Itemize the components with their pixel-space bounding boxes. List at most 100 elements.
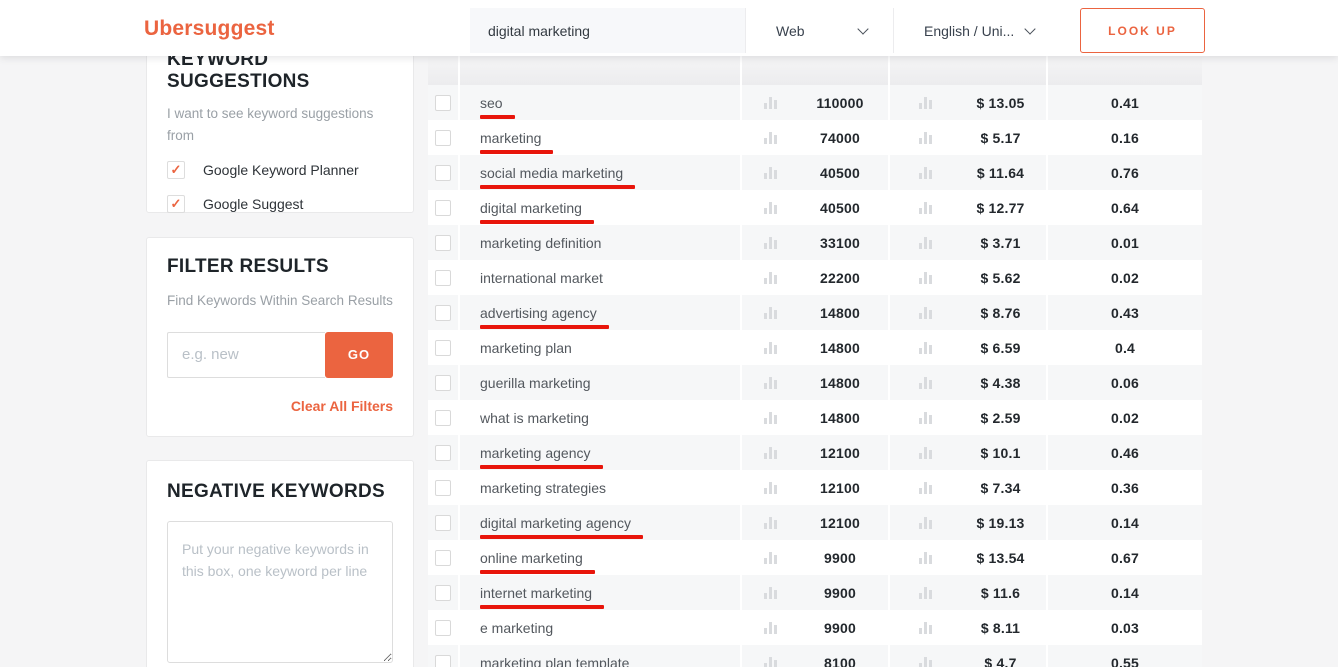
keyword-cell: marketing plan [458, 330, 740, 365]
row-checkbox[interactable] [435, 655, 451, 667]
bar-chart-icon[interactable] [764, 445, 778, 460]
keyword-link[interactable]: digital marketing agency [480, 515, 631, 531]
bar-chart-icon[interactable] [919, 620, 933, 635]
checkbox-checked[interactable]: ✓ [167, 161, 185, 179]
keyword-link[interactable]: e marketing [480, 620, 553, 636]
row-checkbox[interactable] [435, 515, 451, 531]
bar-chart-icon[interactable] [764, 515, 778, 530]
bar-chart-icon[interactable] [764, 235, 778, 250]
bar-chart-icon[interactable] [919, 585, 933, 600]
volume-value: 40500 [792, 165, 888, 181]
row-checkbox[interactable] [435, 585, 451, 601]
check-icon: ✓ [171, 163, 182, 176]
bar-chart-icon[interactable] [764, 340, 778, 355]
bar-chart-icon[interactable] [919, 200, 933, 215]
filter-keyword-input[interactable] [167, 332, 325, 378]
bar-chart-icon[interactable] [919, 410, 933, 425]
source-option-google-suggest[interactable]: ✓ Google Suggest [167, 195, 393, 213]
cpc-cell: $ 8.76 [888, 295, 1046, 330]
bar-chart-icon[interactable] [919, 235, 933, 250]
go-button[interactable]: GO [325, 332, 393, 378]
bar-chart-icon[interactable] [764, 130, 778, 145]
look-up-button[interactable]: LOOK UP [1080, 8, 1205, 53]
competition-cell: 0.46 [1046, 435, 1202, 470]
row-checkbox[interactable] [435, 620, 451, 636]
keyword-link[interactable]: guerilla marketing [480, 375, 591, 391]
keyword-link[interactable]: digital marketing [480, 200, 582, 216]
source-option-google-keyword-planner[interactable]: ✓ Google Keyword Planner [167, 161, 393, 179]
row-checkbox[interactable] [435, 235, 451, 251]
checkbox-checked[interactable]: ✓ [167, 195, 185, 213]
search-type-select[interactable]: Web [745, 8, 893, 53]
bar-chart-icon[interactable] [764, 585, 778, 600]
bar-chart-icon[interactable] [764, 655, 778, 667]
keyword-link[interactable]: social media marketing [480, 165, 623, 181]
bar-chart-icon[interactable] [764, 375, 778, 390]
bar-chart-icon[interactable] [764, 200, 778, 215]
row-checkbox[interactable] [435, 340, 451, 356]
row-checkbox[interactable] [435, 305, 451, 321]
bar-chart-icon[interactable] [919, 95, 933, 110]
bar-chart-icon[interactable] [764, 550, 778, 565]
checkbox-cell [428, 155, 458, 190]
volume-value: 14800 [792, 340, 888, 356]
row-checkbox[interactable] [435, 550, 451, 566]
volume-value: 12100 [792, 480, 888, 496]
bar-chart-icon[interactable] [764, 95, 778, 110]
competition-value: 0.64 [1111, 200, 1139, 216]
keyword-link[interactable]: what is marketing [480, 410, 589, 426]
bar-chart-icon[interactable] [764, 480, 778, 495]
keyword-link[interactable]: seo [480, 95, 503, 111]
competition-value: 0.55 [1111, 655, 1139, 667]
bar-chart-icon[interactable] [919, 550, 933, 565]
row-checkbox[interactable] [435, 375, 451, 391]
bar-chart-icon[interactable] [919, 305, 933, 320]
row-checkbox[interactable] [435, 165, 451, 181]
row-checkbox[interactable] [435, 480, 451, 496]
search-type-value: Web [776, 23, 805, 39]
checkbox-cell [428, 365, 458, 400]
keyword-link[interactable]: marketing strategies [480, 480, 606, 496]
bar-chart-icon[interactable] [919, 270, 933, 285]
checkbox-cell [428, 190, 458, 225]
keyword-link[interactable]: marketing plan [480, 340, 572, 356]
bar-chart-icon[interactable] [764, 410, 778, 425]
bar-chart-icon[interactable] [764, 270, 778, 285]
bar-chart-icon[interactable] [919, 445, 933, 460]
bar-chart-icon[interactable] [919, 480, 933, 495]
bar-chart-icon[interactable] [764, 165, 778, 180]
app-logo[interactable]: Ubersuggest [144, 17, 275, 41]
bar-chart-icon[interactable] [919, 375, 933, 390]
language-select[interactable]: English / Uni... [893, 8, 1060, 53]
keyword-search-input[interactable] [470, 8, 745, 53]
bar-chart-icon[interactable] [919, 340, 933, 355]
keyword-link[interactable]: advertising agency [480, 305, 597, 321]
row-checkbox[interactable] [435, 410, 451, 426]
row-checkbox[interactable] [435, 95, 451, 111]
competition-cell: 0.16 [1046, 120, 1202, 155]
keyword-link[interactable]: online marketing [480, 550, 583, 566]
keyword-link[interactable]: marketing agency [480, 445, 591, 461]
bar-chart-icon[interactable] [764, 305, 778, 320]
negative-keywords-textarea[interactable] [167, 521, 393, 663]
bar-chart-icon[interactable] [919, 655, 933, 667]
bar-chart-icon[interactable] [764, 620, 778, 635]
table-row: marketing plan template 8100 $ 4.7 0.55 [428, 645, 1202, 667]
row-checkbox[interactable] [435, 445, 451, 461]
row-checkbox[interactable] [435, 200, 451, 216]
keyword-link[interactable]: internet marketing [480, 585, 592, 601]
row-checkbox[interactable] [435, 270, 451, 286]
keyword-link[interactable]: marketing [480, 130, 541, 146]
clear-all-filters-link[interactable]: Clear All Filters [167, 398, 393, 414]
keyword-link[interactable]: international market [480, 270, 603, 286]
bar-chart-icon[interactable] [919, 130, 933, 145]
keyword-link[interactable]: marketing definition [480, 235, 601, 251]
bar-chart-icon[interactable] [919, 515, 933, 530]
row-checkbox[interactable] [435, 130, 451, 146]
search-volume-cell: 8100 [740, 645, 888, 667]
checkbox-cell [428, 120, 458, 155]
keyword-link[interactable]: marketing plan template [480, 655, 629, 667]
cpc-value: $ 6.59 [955, 340, 1046, 356]
bar-chart-icon[interactable] [919, 165, 933, 180]
keyword-results-table: seo 110000 $ 13.05 0.41 marketing [428, 56, 1202, 667]
